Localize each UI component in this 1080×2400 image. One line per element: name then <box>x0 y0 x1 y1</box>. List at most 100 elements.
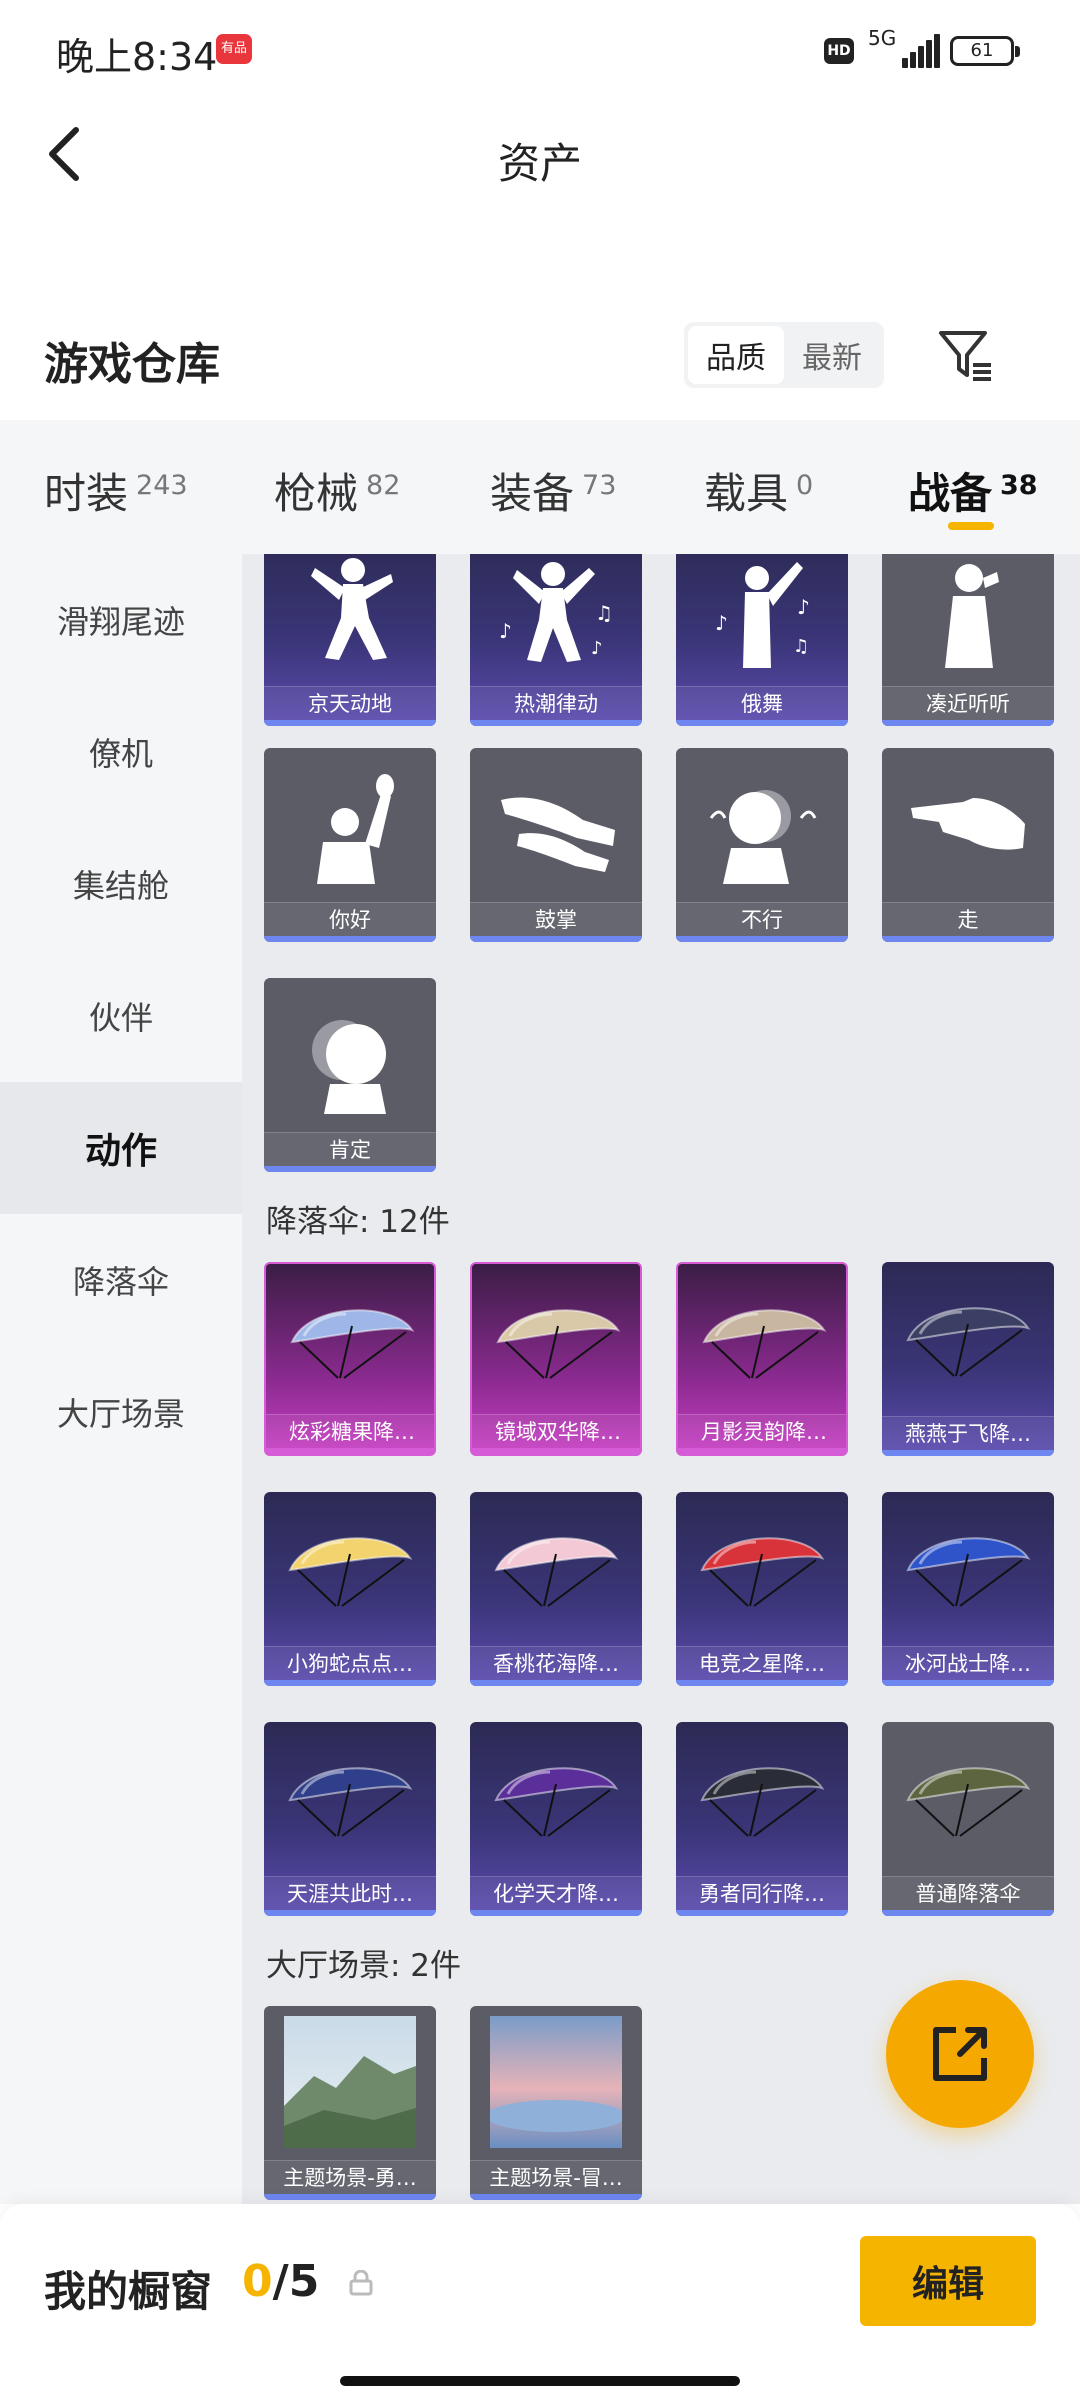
item-grid: 京天动地 ♪ ♫ ♪ 热潮律动 ♪ ♪ ♫ 俄舞 凑近听听 你好 鼓掌 不行 走… <box>242 554 1080 2204</box>
edit-button[interactable]: 编辑 <box>860 2236 1036 2326</box>
clapping-hands-icon <box>470 748 642 900</box>
rarity-bar <box>470 720 642 726</box>
item-card[interactable]: 不行 <box>676 748 848 942</box>
item-name: 燕燕于飞降… <box>882 1416 1054 1450</box>
item-name: 鼓掌 <box>470 902 642 936</box>
parachute-card[interactable]: 小狗蛇点点… <box>264 1492 436 1686</box>
item-card[interactable]: ♪ ♫ ♪ 热潮律动 <box>470 554 642 726</box>
sidebar-item-glide-trail[interactable]: 滑翔尾迹 <box>0 554 242 686</box>
sort-newest-button[interactable]: 最新 <box>784 326 880 384</box>
item-name: 主题场景-冒… <box>470 2160 642 2194</box>
battery-icon: 61 <box>950 36 1020 66</box>
item-card[interactable]: 凑近听听 <box>882 554 1054 726</box>
rarity-bar <box>882 1450 1054 1456</box>
item-card[interactable]: 肯定 <box>264 978 436 1172</box>
lock-icon <box>349 2270 373 2296</box>
sidebar-item-actions[interactable]: 动作 <box>0 1082 242 1214</box>
pointing-hand-icon <box>882 748 1054 900</box>
signal-icon <box>902 34 940 68</box>
item-name: 天涯共此时… <box>264 1876 436 1910</box>
tab-count: 243 <box>136 470 188 501</box>
item-name: 镜域双华降… <box>472 1414 640 1448</box>
showcase-total: /5 <box>272 2256 320 2307</box>
tab-count: 73 <box>582 470 617 501</box>
parachute-card[interactable]: 香桃花海降… <box>470 1492 642 1686</box>
rarity-bar <box>266 1448 434 1454</box>
parachute-card[interactable]: 电竞之星降… <box>676 1492 848 1686</box>
tab-label: 装备 <box>490 469 575 518</box>
item-card[interactable]: 京天动地 <box>264 554 436 726</box>
rarity-bar <box>470 2194 642 2200</box>
parachute-card[interactable]: 炫彩糖果降… <box>264 1262 436 1456</box>
parachute-icon <box>676 1492 848 1644</box>
parachute-card[interactable]: 普通降落伞 <box>882 1722 1054 1916</box>
parachute-icon <box>266 1264 434 1416</box>
item-card[interactable]: 走 <box>882 748 1054 942</box>
parachute-card[interactable]: 天涯共此时… <box>264 1722 436 1916</box>
parachute-card[interactable]: 燕燕于飞降… <box>882 1262 1054 1456</box>
item-name: 炫彩糖果降… <box>266 1414 434 1448</box>
rarity-bar <box>676 1910 848 1916</box>
parachute-card[interactable]: 月影灵韵降… <box>676 1262 848 1456</box>
tab-equipment[interactable]: 装备 73 <box>490 460 616 521</box>
item-card[interactable]: 你好 <box>264 748 436 942</box>
rarity-bar <box>470 1680 642 1686</box>
item-name: 不行 <box>676 902 848 936</box>
parachute-card[interactable]: 冰河战士降… <box>882 1492 1054 1686</box>
rarity-bar <box>678 1448 846 1454</box>
page-title: 资产 <box>497 139 582 188</box>
svg-text:♪: ♪ <box>797 595 810 619</box>
share-button[interactable] <box>886 1980 1034 2128</box>
status-bar: 晚上8:34 有品 HD 5G 61 <box>0 0 1080 100</box>
parachute-icon <box>882 1262 1054 1414</box>
item-card[interactable]: 主题场景-冒… <box>470 2006 642 2200</box>
tab-combat-gear[interactable]: 战备 38 <box>908 460 1038 521</box>
status-time: 晚上8:34 <box>56 35 218 79</box>
warehouse-header: 游戏仓库 品质 最新 <box>0 300 1080 420</box>
parachute-icon <box>470 1722 642 1874</box>
item-name: 小狗蛇点点… <box>264 1646 436 1680</box>
item-card[interactable]: 主题场景-勇… <box>264 2006 436 2200</box>
rarity-bar <box>264 1910 436 1916</box>
parachute-card[interactable]: 化学天才降… <box>470 1722 642 1916</box>
tab-guns[interactable]: 枪械 82 <box>274 460 400 521</box>
rarity-bar <box>264 2194 436 2200</box>
filter-button[interactable] <box>930 320 1000 390</box>
section-title: 游戏仓库 <box>44 339 220 390</box>
item-name: 凑近听听 <box>882 686 1054 720</box>
sort-quality-button[interactable]: 品质 <box>688 326 784 384</box>
tab-vehicles[interactable]: 载具 0 <box>704 460 813 521</box>
sidebar-item-pod[interactable]: 集结舱 <box>0 818 242 950</box>
item-card[interactable]: ♪ ♪ ♫ 俄舞 <box>676 554 848 726</box>
item-name: 勇者同行降… <box>676 1876 848 1910</box>
rarity-bar <box>676 1680 848 1686</box>
sidebar: 滑翔尾迹 僚机 集结舱 伙伴 动作 降落伞 大厅场景 <box>0 554 242 2204</box>
item-name: 月影灵韵降… <box>678 1414 846 1448</box>
tab-count: 38 <box>1000 470 1038 501</box>
showcase-count: 0/5 <box>242 2256 319 2307</box>
rarity-bar <box>264 936 436 942</box>
sidebar-item-wingman[interactable]: 僚机 <box>0 686 242 818</box>
tab-label: 战备 <box>908 469 993 518</box>
parachute-card[interactable]: 镜域双华降… <box>470 1262 642 1456</box>
item-name: 走 <box>882 902 1054 936</box>
share-icon <box>933 2027 987 2081</box>
parachute-icon <box>676 1722 848 1874</box>
item-card[interactable]: 鼓掌 <box>470 748 642 942</box>
rarity-bar <box>264 1680 436 1686</box>
parachute-icon <box>882 1722 1054 1874</box>
app-notification-icon: 有品 <box>216 34 252 64</box>
tab-fashion[interactable]: 时装 243 <box>44 460 188 521</box>
parachute-group-title: 降落伞: 12件 <box>266 1204 450 1240</box>
item-name: 香桃花海降… <box>470 1646 642 1680</box>
app-root: 晚上8:34 有品 HD 5G 61 资产 游戏仓库 品质 最新 时装 243 … <box>0 0 1080 2400</box>
rarity-bar <box>676 720 848 726</box>
parachute-icon <box>264 1722 436 1874</box>
sidebar-item-parachute[interactable]: 降落伞 <box>0 1214 242 1346</box>
top-nav: 资产 <box>0 100 1080 220</box>
sidebar-item-lobby[interactable]: 大厅场景 <box>0 1346 242 1478</box>
sidebar-item-partner[interactable]: 伙伴 <box>0 950 242 1082</box>
item-name: 普通降落伞 <box>882 1876 1054 1910</box>
rarity-bar <box>264 1166 436 1172</box>
parachute-card[interactable]: 勇者同行降… <box>676 1722 848 1916</box>
